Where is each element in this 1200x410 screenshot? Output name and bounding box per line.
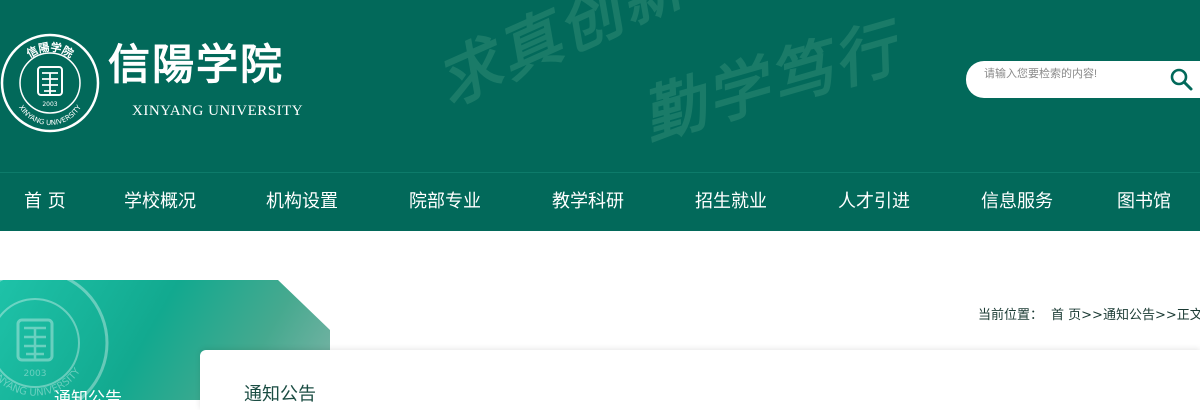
breadcrumb-current: 正文 xyxy=(1176,308,1200,323)
brand-name-chinese[interactable]: 信陽学院 xyxy=(108,40,284,90)
nav-item-departments[interactable]: 机构设置 xyxy=(266,173,338,231)
nav-item-library[interactable]: 图书馆 xyxy=(1117,173,1171,231)
nav-item-schools[interactable]: 院部专业 xyxy=(409,173,481,231)
search-box xyxy=(966,61,1200,98)
nav-item-admissions[interactable]: 招生就业 xyxy=(695,173,767,231)
breadcrumb-label: 当前位置： xyxy=(978,308,1044,323)
content-title: 通知公告 xyxy=(244,384,316,405)
svg-text:2003: 2003 xyxy=(42,101,57,108)
breadcrumb-separator: >> xyxy=(1154,308,1177,323)
svg-text:信陽学院: 信陽学院 xyxy=(24,40,76,61)
nav-item-talent[interactable]: 人才引进 xyxy=(838,173,910,231)
svg-text:2003: 2003 xyxy=(24,369,47,379)
main-nav: 首 页 学校概况 机构设置 院部专业 教学科研 招生就业 人才引进 信息服务 图… xyxy=(0,172,1200,231)
brand-name-english: XINYANG UNIVERSITY xyxy=(132,103,304,119)
breadcrumb-section-link[interactable]: 通知公告 xyxy=(1103,308,1155,323)
nav-item-home[interactable]: 首 页 xyxy=(24,173,66,231)
content-card: 通知公告 xyxy=(200,350,1200,410)
search-icon[interactable] xyxy=(1168,66,1194,92)
nav-item-about[interactable]: 学校概况 xyxy=(124,173,196,231)
search-input[interactable] xyxy=(984,63,1154,85)
breadcrumb-separator: >> xyxy=(1081,308,1103,323)
nav-item-research[interactable]: 教学科研 xyxy=(552,173,624,231)
breadcrumb-home-link[interactable]: 首 页 xyxy=(1051,308,1081,323)
section-title: 通知公告 xyxy=(54,389,122,400)
nav-item-services[interactable]: 信息服务 xyxy=(981,173,1053,231)
breadcrumb: 当前位置：首 页>>通知公告>>正文 xyxy=(978,304,1200,323)
site-header: 信陽学院 XINYANG UNIVERSITY 2003 信陽学院 XINYAN… xyxy=(0,0,1200,172)
watermark-seal-icon: 2003 XINYANG UNIVERSITY xyxy=(0,280,109,400)
university-seal-logo[interactable]: 信陽学院 XINYANG UNIVERSITY 2003 xyxy=(0,33,100,133)
